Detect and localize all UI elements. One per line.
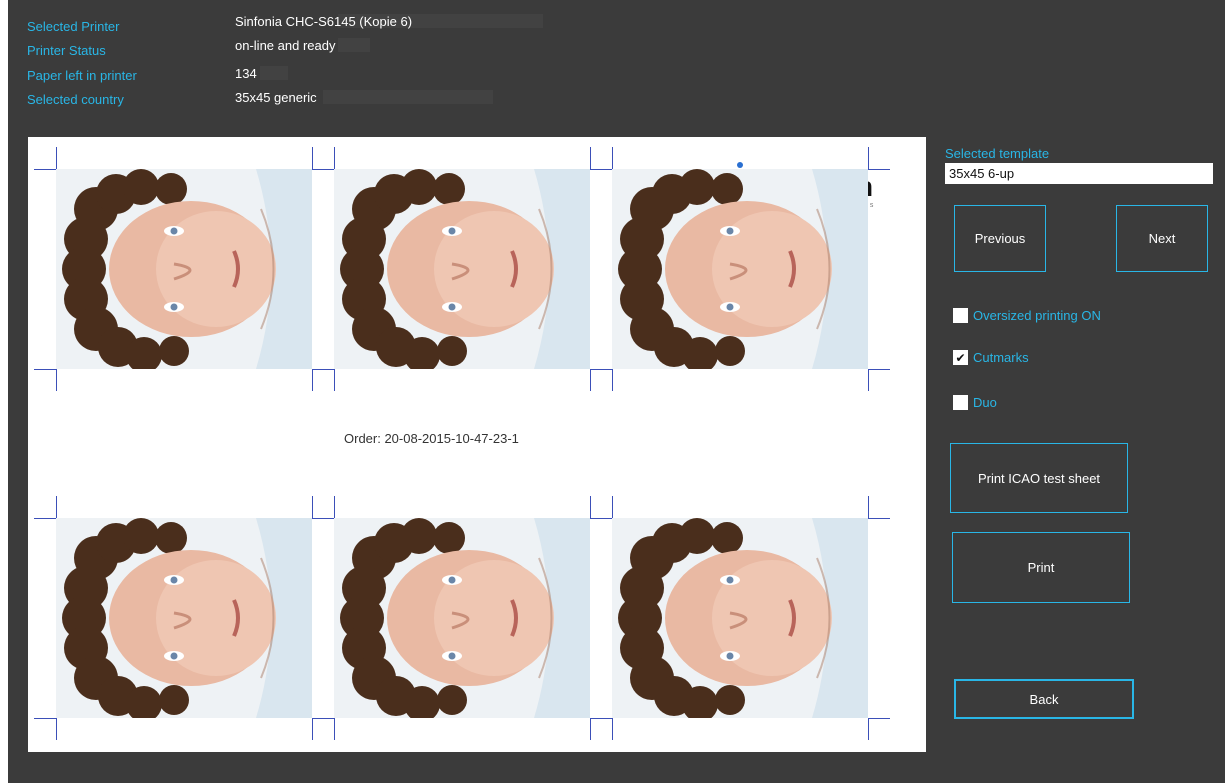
cutmark-line (590, 147, 591, 169)
cutmark-line (590, 169, 612, 170)
selected-country-label: Selected country (27, 92, 124, 107)
cutmark-line (34, 369, 56, 370)
cutmark-line (868, 718, 890, 719)
cutmark-line (312, 718, 313, 740)
print-button[interactable]: Print (952, 532, 1130, 603)
cutmark-line (334, 147, 335, 169)
cutmark-line (334, 496, 335, 518)
selected-printer-value: Sinfonia CHC-S6145 (Kopie 6) (235, 14, 413, 29)
cutmark-line (56, 369, 57, 391)
selected-template-label: Selected template (945, 146, 1050, 161)
back-button[interactable]: Back (954, 679, 1134, 719)
passport-photo (334, 169, 590, 369)
cutmark-line (312, 147, 313, 169)
cutmark-line (868, 169, 890, 170)
cutmark-line (334, 369, 335, 391)
checkbox-unchecked[interactable] (953, 308, 968, 323)
cutmark-line (868, 718, 869, 740)
checkbox-unchecked[interactable] (953, 395, 968, 410)
passport-photo (612, 169, 868, 369)
cutmark-line (590, 718, 591, 740)
value-strip (338, 38, 370, 52)
cutmark-line (590, 718, 612, 719)
cutmark-line (56, 718, 57, 740)
cutmark-line (590, 369, 591, 391)
cutmark-line (868, 496, 869, 518)
cutmark-line (312, 369, 334, 370)
selected-template-field[interactable]: 35x45 6-up (945, 163, 1213, 184)
value-strip (260, 66, 288, 80)
cutmark-line (590, 369, 612, 370)
cutmark-line (590, 518, 612, 519)
print-icao-test-sheet-button[interactable]: Print ICAO test sheet (950, 443, 1128, 513)
selected-printer-label: Selected Printer (27, 19, 120, 34)
cutmark-line (334, 718, 335, 740)
paper-left-label: Paper left in printer (27, 68, 137, 83)
paper-left-value: 134 (235, 66, 257, 81)
cutmark-line (868, 518, 890, 519)
checkbox-checked[interactable]: ✔ (953, 350, 968, 365)
cutmark-line (612, 496, 613, 518)
checkmark-icon: ✔ (955, 350, 966, 365)
cutmark-line (868, 147, 869, 169)
cutmark-line (312, 496, 313, 518)
brand-dot (737, 162, 743, 168)
oversized-printing-option[interactable]: Oversized printing ON (953, 308, 1101, 323)
duo-label: Duo (973, 395, 997, 410)
cutmark-line (34, 718, 56, 719)
cutmark-line (612, 147, 613, 169)
cutmark-line (56, 496, 57, 518)
cutmark-line (590, 496, 591, 518)
passport-photo (56, 518, 312, 718)
printer-status-label: Printer Status (27, 43, 106, 58)
passport-photo (56, 169, 312, 369)
print-preview: n tos (28, 137, 926, 752)
cutmark-line (312, 369, 313, 391)
cutmark-line (612, 718, 613, 740)
cutmark-line (56, 147, 57, 169)
cutmark-line (34, 169, 56, 170)
order-number: Order: 20-08-2015-10-47-23-1 (344, 431, 519, 446)
cutmarks-label: Cutmarks (973, 350, 1029, 365)
next-button[interactable]: Next (1116, 205, 1208, 272)
previous-button[interactable]: Previous (954, 205, 1046, 272)
cutmark-line (868, 369, 869, 391)
value-strip (323, 90, 493, 104)
passport-photo (612, 518, 868, 718)
cutmark-line (34, 518, 56, 519)
cutmarks-option[interactable]: ✔ Cutmarks (953, 350, 1029, 365)
cutmark-line (312, 718, 334, 719)
printer-status-value: on-line and ready (235, 38, 336, 53)
cutmark-line (868, 369, 890, 370)
oversized-printing-label: Oversized printing ON (973, 308, 1101, 323)
passport-photo (334, 518, 590, 718)
app-window: Selected Printer Sinfonia CHC-S6145 (Kop… (8, 0, 1225, 783)
cutmark-line (612, 369, 613, 391)
duo-option[interactable]: Duo (953, 395, 997, 410)
cutmark-line (312, 169, 334, 170)
cutmark-line (312, 518, 334, 519)
selected-country-value: 35x45 generic (235, 90, 317, 105)
